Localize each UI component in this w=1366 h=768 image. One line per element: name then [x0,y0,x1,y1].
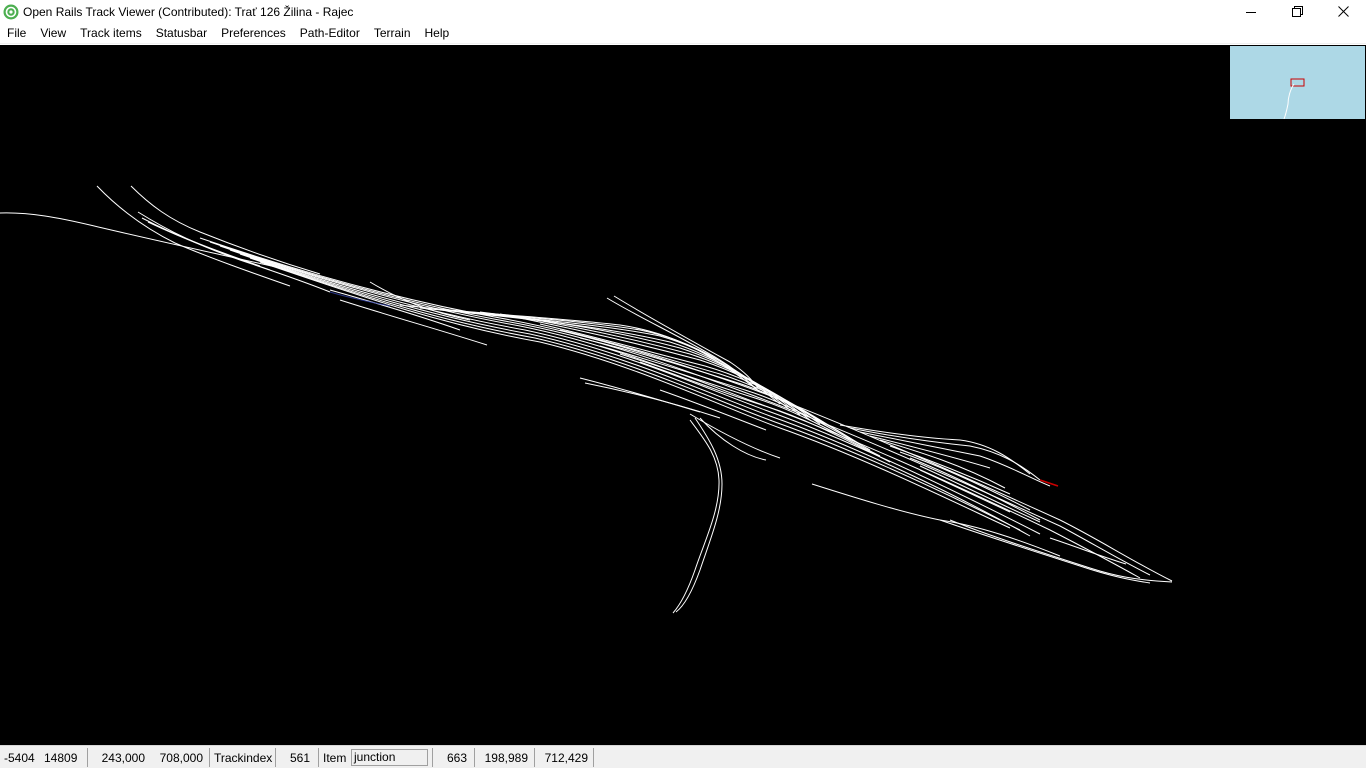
status-separator [593,748,594,767]
menu-view[interactable]: View [33,23,73,44]
mouse-x-value: -5404 [4,751,35,765]
title-bar: Open Rails Track Viewer (Contributed): T… [0,0,1366,23]
restore-icon [1291,6,1303,17]
menu-help[interactable]: Help [418,23,457,44]
menu-track-items[interactable]: Track items [73,23,149,44]
menu-file[interactable]: File [0,23,33,44]
mouse-z-value: 14809 [44,751,78,765]
track-drawing [0,185,1173,614]
minimize-icon [1246,11,1256,13]
tile-z-value: 708,000 [159,751,203,765]
status-separator [318,748,319,767]
status-separator [432,748,433,767]
window-controls [1228,0,1366,23]
close-icon [1337,6,1349,17]
close-button[interactable] [1320,0,1366,23]
minimap-drawing [1283,78,1305,120]
track-canvas[interactable] [0,45,1366,745]
menu-terrain[interactable]: Terrain [367,23,418,44]
status-separator [275,748,276,767]
menu-bar: File View Track items Statusbar Preferen… [0,23,1366,44]
status-separator [209,748,210,767]
item-label: Item [323,751,347,765]
menu-path-editor[interactable]: Path-Editor [293,23,367,44]
status-separator [474,748,475,767]
restore-button[interactable] [1274,0,1320,23]
window-title: Open Rails Track Viewer (Contributed): T… [23,4,354,19]
menu-preferences[interactable]: Preferences [214,23,293,44]
item-type-field[interactable]: junction [351,749,428,766]
status-separator [87,748,88,767]
menu-statusbar[interactable]: Statusbar [149,23,214,44]
minimap[interactable] [1230,46,1365,120]
item-z-value: 712,429 [544,751,588,765]
item-x-value: 198,989 [484,751,528,765]
tile-x-value: 243,000 [101,751,145,765]
trackindex-value: 561 [289,751,310,765]
minimize-button[interactable] [1228,0,1274,23]
trackindex-label: Trackindex [214,751,273,765]
status-separator [534,748,535,767]
open-rails-icon [3,4,19,19]
item-index-value: 663 [446,751,467,765]
status-bar: -5404 14809 243,000 708,000 Trackindex 5… [0,745,1366,768]
